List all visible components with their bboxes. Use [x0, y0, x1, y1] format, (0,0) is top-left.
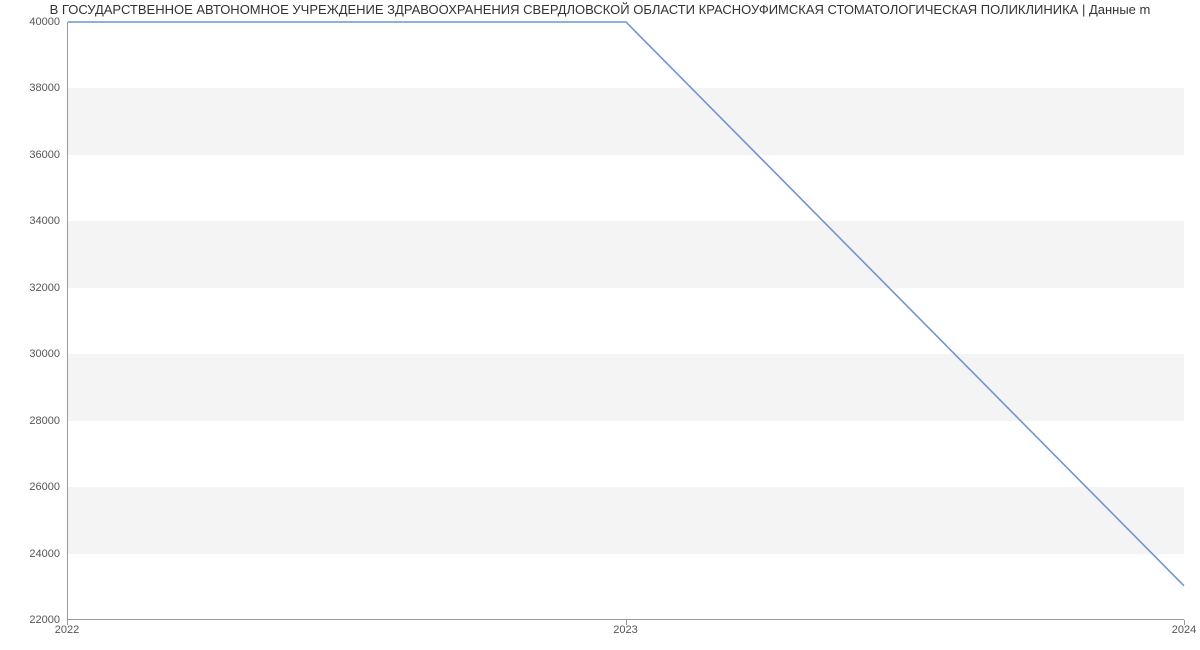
plot-area — [67, 22, 1184, 620]
x-tick-label: 2022 — [55, 624, 79, 636]
y-tick-label: 40000 — [0, 16, 60, 28]
y-tick-label: 38000 — [0, 82, 60, 94]
y-tick-label: 22000 — [0, 614, 60, 626]
line-series — [68, 22, 1184, 619]
y-tick-label: 30000 — [0, 348, 60, 360]
y-tick-label: 32000 — [0, 282, 60, 294]
y-tick-label: 26000 — [0, 481, 60, 493]
x-tick-label: 2023 — [613, 624, 637, 636]
y-tick-label: 28000 — [0, 415, 60, 427]
y-tick-label: 34000 — [0, 215, 60, 227]
chart-title: В ГОСУДАРСТВЕННОЕ АВТОНОМНОЕ УЧРЕЖДЕНИЕ … — [0, 2, 1200, 20]
chart-container: В ГОСУДАРСТВЕННОЕ АВТОНОМНОЕ УЧРЕЖДЕНИЕ … — [0, 0, 1200, 650]
series-line — [68, 22, 1184, 586]
y-tick-label: 36000 — [0, 149, 60, 161]
y-tick-label: 24000 — [0, 548, 60, 560]
x-tick-label: 2024 — [1172, 624, 1196, 636]
